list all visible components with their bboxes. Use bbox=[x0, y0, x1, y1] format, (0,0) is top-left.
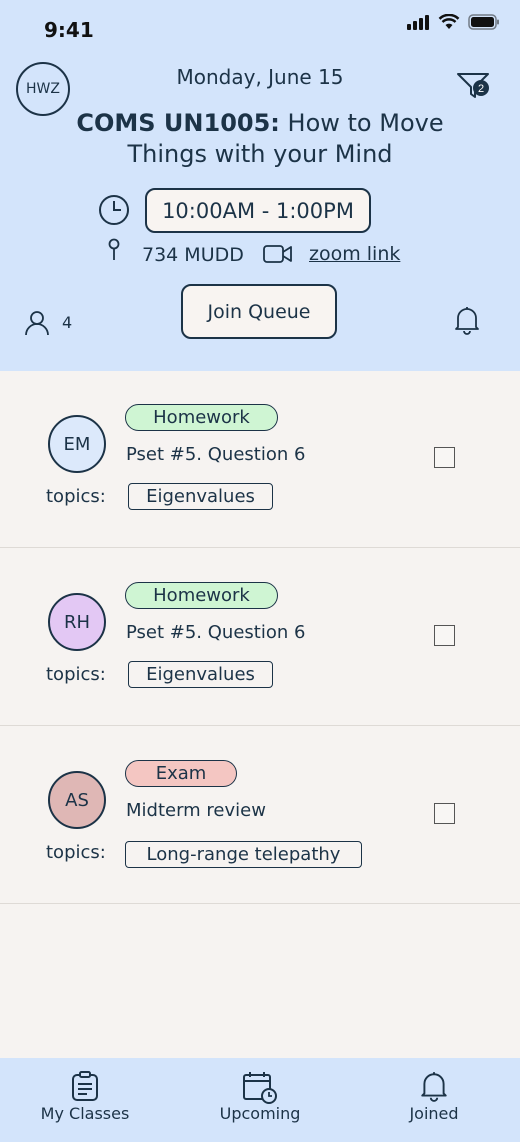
date-label: Monday, June 15 bbox=[176, 65, 344, 89]
queue-item-checkbox[interactable] bbox=[434, 803, 455, 824]
tab-label: My Classes bbox=[40, 1104, 130, 1123]
course-title: COMS UN1005: How to Move Things with you… bbox=[40, 108, 480, 170]
status-time: 9:41 bbox=[44, 18, 94, 42]
signal-icon bbox=[407, 15, 429, 30]
zoom-link[interactable]: zoom link bbox=[309, 243, 400, 265]
battery-icon bbox=[468, 14, 499, 30]
topic-chip: Eigenvalues bbox=[128, 661, 273, 688]
question-text: Pset #5. Question 6 bbox=[126, 444, 306, 465]
wifi-icon bbox=[438, 14, 460, 29]
room-label: 734 MUDD bbox=[142, 244, 244, 266]
tab-label: Upcoming bbox=[219, 1104, 301, 1123]
tab-my-classes[interactable]: My Classes bbox=[10, 1058, 160, 1142]
tab-label: Joined bbox=[409, 1104, 459, 1123]
question-text: Pset #5. Question 6 bbox=[126, 622, 306, 643]
clipboard-icon bbox=[72, 1071, 98, 1101]
topics-label: topics: bbox=[46, 486, 106, 507]
filter-badge-count: 2 bbox=[478, 83, 484, 95]
student-avatar: EM bbox=[48, 415, 106, 473]
tab-upcoming[interactable]: Upcoming bbox=[185, 1058, 335, 1142]
question-text: Midterm review bbox=[126, 800, 266, 821]
category-tag: Exam bbox=[125, 760, 237, 787]
bell-icon[interactable] bbox=[454, 305, 480, 335]
join-queue-button[interactable]: Join Queue bbox=[181, 284, 337, 339]
tab-joined[interactable]: Joined bbox=[359, 1058, 509, 1142]
student-avatar: RH bbox=[48, 593, 106, 651]
video-camera-icon bbox=[263, 245, 292, 263]
topics-label: topics: bbox=[46, 842, 106, 863]
status-icons bbox=[406, 14, 500, 30]
class-header: 9:41 HWZ Monday, June 15 2 COMS UN1005: … bbox=[0, 0, 520, 371]
clock-icon bbox=[99, 195, 129, 225]
bell-icon bbox=[421, 1072, 447, 1102]
student-avatar: AS bbox=[48, 771, 106, 829]
course-code: COMS UN1005: bbox=[76, 109, 280, 137]
location-pin-icon bbox=[108, 238, 120, 260]
queue-count: 4 bbox=[62, 313, 73, 332]
queue-item-checkbox[interactable] bbox=[434, 625, 455, 646]
topic-chip: Long-range telepathy bbox=[125, 841, 362, 868]
topics-label: topics: bbox=[46, 664, 106, 685]
filter-icon[interactable]: 2 bbox=[456, 68, 492, 100]
category-tag: Homework bbox=[125, 404, 278, 431]
queue-item[interactable]: EM Homework Pset #5. Question 6 topics: … bbox=[0, 370, 520, 548]
topic-chip: Eigenvalues bbox=[128, 483, 273, 510]
queue-item-checkbox[interactable] bbox=[434, 447, 455, 468]
queue-item[interactable]: AS Exam Midterm review topics: Long-rang… bbox=[0, 726, 520, 904]
person-icon bbox=[25, 311, 49, 336]
calendar-clock-icon bbox=[243, 1072, 277, 1104]
office-hours-time: 10:00AM - 1:00PM bbox=[145, 188, 371, 233]
queue-item[interactable]: RH Homework Pset #5. Question 6 topics: … bbox=[0, 548, 520, 726]
category-tag: Homework bbox=[125, 582, 278, 609]
tab-bar: My Classes Upcoming Joined bbox=[0, 1058, 520, 1142]
